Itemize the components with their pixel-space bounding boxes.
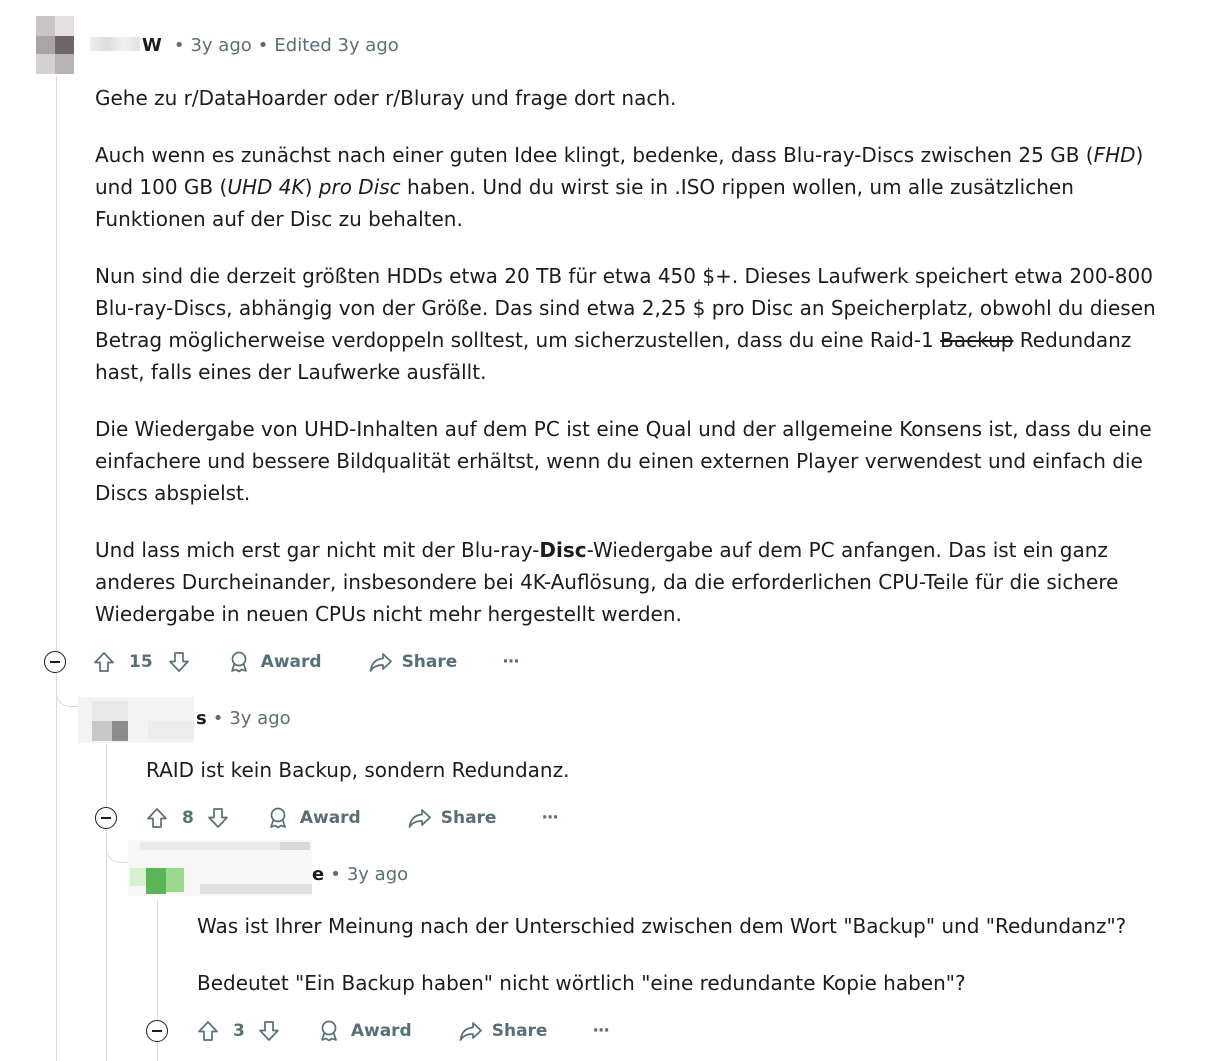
username[interactable]: e [312, 864, 324, 885]
award-ribbon-icon[interactable] [227, 650, 251, 674]
downvote-arrow-icon[interactable] [206, 806, 230, 830]
comment-body: RAID ist kein Backup, sondern Redundanz. [146, 754, 1166, 786]
username[interactable]: s [196, 708, 207, 729]
comment-meta: s • 3y ago [196, 708, 291, 729]
share-arrow-icon[interactable] [407, 806, 433, 830]
comment-body: Was ist Ihrer Meinung nach der Unterschi… [197, 910, 1197, 999]
username-redacted[interactable] [90, 37, 140, 51]
downvote-arrow-icon[interactable] [167, 650, 191, 674]
comment-meta: W • 3y ago • Edited 3y ago [90, 35, 399, 56]
share-arrow-icon[interactable] [458, 1019, 484, 1043]
avatar[interactable] [128, 840, 312, 896]
share-button[interactable]: Share [492, 1021, 548, 1041]
comment-action-bar: 15 Award Share ··· [44, 645, 520, 679]
award-button[interactable]: Award [261, 652, 322, 672]
separator-dot: • [330, 864, 341, 885]
comment-action-bar: 8 Award Share ··· [95, 801, 559, 835]
more-options-button[interactable]: ··· [541, 808, 558, 828]
award-button[interactable]: Award [351, 1021, 412, 1041]
paragraph: Nun sind die derzeit größten HDDs etwa 2… [95, 264, 1156, 384]
share-arrow-icon[interactable] [368, 650, 394, 674]
avatar[interactable] [78, 697, 194, 743]
paragraph: Bedeutet "Ein Backup haben" nicht wörtli… [197, 971, 966, 995]
vote-count: 8 [182, 808, 194, 828]
comment-meta: e • 3y ago [312, 864, 408, 885]
more-options-button[interactable]: ··· [592, 1021, 609, 1041]
award-button[interactable]: Award [300, 808, 361, 828]
username[interactable]: W [142, 35, 162, 56]
thread-line-level-2[interactable] [106, 745, 107, 1061]
award-ribbon-icon[interactable] [266, 806, 290, 830]
separator-dot: • [212, 708, 224, 729]
vote-count: 15 [129, 652, 153, 672]
award-ribbon-icon[interactable] [317, 1019, 341, 1043]
upvote-arrow-icon[interactable] [92, 650, 116, 674]
timestamp[interactable]: 3y ago [229, 708, 290, 729]
vote-count: 3 [233, 1021, 245, 1041]
paragraph: Was ist Ihrer Meinung nach der Unterschi… [197, 914, 1127, 938]
downvote-arrow-icon[interactable] [257, 1019, 281, 1043]
timestamp[interactable]: 3y ago [190, 35, 251, 56]
separator-dot: • [173, 35, 185, 56]
collapse-icon[interactable] [95, 807, 117, 829]
paragraph: Gehe zu r/DataHoarder oder r/Bluray und … [95, 86, 677, 110]
paragraph: Die Wiedergabe von UHD-Inhalten auf dem … [95, 417, 1152, 505]
collapse-icon[interactable] [44, 651, 66, 673]
paragraph: Auch wenn es zunächst nach einer guten I… [95, 143, 1144, 231]
comment-action-bar: 3 Award Share ··· [146, 1014, 610, 1048]
timestamp[interactable]: 3y ago [347, 864, 408, 885]
more-options-button[interactable]: ··· [502, 652, 519, 672]
upvote-arrow-icon[interactable] [196, 1019, 220, 1043]
share-button[interactable]: Share [402, 652, 458, 672]
upvote-arrow-icon[interactable] [145, 806, 169, 830]
collapse-icon[interactable] [146, 1020, 168, 1042]
edited-timestamp: Edited 3y ago [274, 35, 399, 56]
paragraph: Und lass mich erst gar nicht mit der Blu… [95, 538, 1119, 626]
thread-line-level-1[interactable] [56, 76, 57, 1061]
comment-body: Gehe zu r/DataHoarder oder r/Bluray und … [95, 82, 1175, 630]
separator-dot: • [257, 35, 269, 56]
paragraph: RAID ist kein Backup, sondern Redundanz. [146, 758, 570, 782]
avatar[interactable] [36, 16, 74, 74]
share-button[interactable]: Share [441, 808, 497, 828]
